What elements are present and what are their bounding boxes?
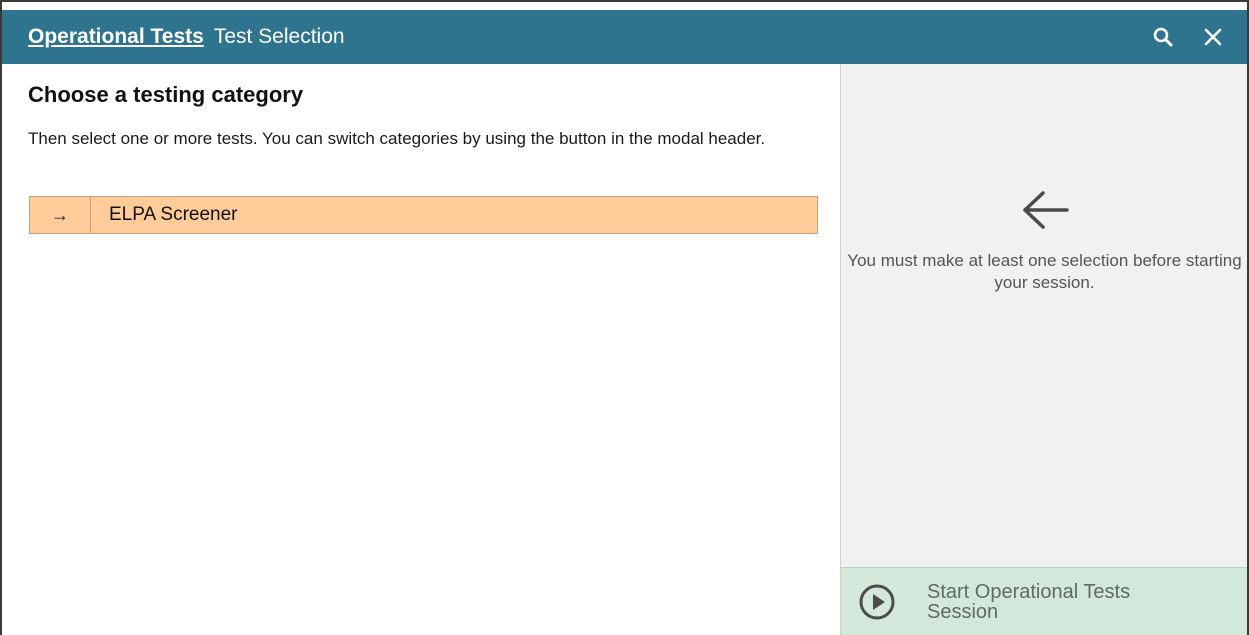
selection-summary-pane: You must make at least one selection bef… bbox=[840, 64, 1247, 635]
arrow-right-icon: → bbox=[30, 197, 91, 233]
start-session-label: Start Operational Tests Session bbox=[927, 580, 1131, 623]
arrow-left-icon bbox=[1023, 191, 1069, 229]
play-circle-icon bbox=[859, 584, 895, 619]
modal-header: Operational Tests Test Selection bbox=[2, 10, 1247, 64]
modal-title: Test Selection bbox=[213, 25, 345, 48]
header-actions bbox=[1151, 10, 1225, 64]
modal-window: Operational Tests Test Selection Choose … bbox=[0, 0, 1249, 635]
instructions-text: Then select one or more tests. You can s… bbox=[28, 129, 766, 148]
page-title: Choose a testing category bbox=[28, 82, 304, 107]
operational-tests-link[interactable]: Operational Tests bbox=[28, 25, 204, 49]
search-icon[interactable] bbox=[1151, 25, 1175, 49]
category-pane: Choose a testing category Then select on… bbox=[2, 64, 840, 635]
start-session-button[interactable]: Start Operational Tests Session bbox=[841, 567, 1247, 635]
category-item-elpa-screener[interactable]: → ELPA Screener bbox=[29, 196, 818, 234]
selection-hint: You must make at least one selection bef… bbox=[847, 251, 1242, 292]
close-icon[interactable] bbox=[1201, 25, 1225, 49]
category-label: ELPA Screener bbox=[109, 204, 238, 225]
